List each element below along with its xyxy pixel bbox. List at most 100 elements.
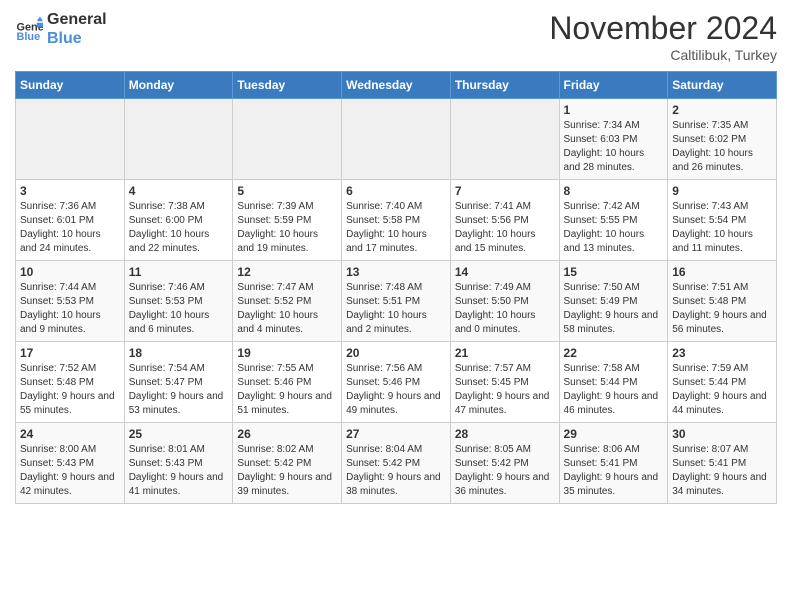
weekday-header: Monday	[124, 72, 233, 99]
day-number: 29	[564, 427, 664, 441]
weekday-header: Tuesday	[233, 72, 342, 99]
calendar-cell: 17 Sunrise: 7:52 AMSunset: 5:48 PMDayligh…	[16, 342, 125, 423]
calendar-cell: 3Sunrise: 7:36 AMSunset: 6:01 PMDaylight…	[16, 180, 125, 261]
day-number: 10	[20, 265, 120, 279]
weekday-header: Thursday	[450, 72, 559, 99]
day-number: 4	[129, 184, 229, 198]
day-info: Sunrise: 7:34 AMSunset: 6:03 PMDaylight:…	[564, 119, 664, 175]
day-info: Sunrise: 7:49 AMSunset: 5:50 PMDaylight:…	[455, 281, 555, 337]
header-row: SundayMondayTuesdayWednesdayThursdayFrid…	[16, 72, 777, 99]
calendar-cell: 25 Sunrise: 8:01 AMSunset: 5:43 PMDayligh…	[124, 423, 233, 504]
day-number: 14	[455, 265, 555, 279]
calendar-cell: 24 Sunrise: 8:00 AMSunset: 5:43 PMDayligh…	[16, 423, 125, 504]
calendar-cell: 9 Sunrise: 7:43 AMSunset: 5:54 PMDaylight…	[668, 180, 777, 261]
calendar-cell: 27Sunrise: 8:04 AMSunset: 5:42 PMDayligh…	[342, 423, 451, 504]
day-number: 21	[455, 346, 555, 360]
day-number: 25	[129, 427, 229, 441]
calendar-table: SundayMondayTuesdayWednesdayThursdayFrid…	[15, 71, 777, 504]
calendar-cell: 22Sunrise: 7:58 AMSunset: 5:44 PMDayligh…	[559, 342, 668, 423]
day-number: 28	[455, 427, 555, 441]
day-number: 19	[237, 346, 337, 360]
calendar-week-row: 1Sunrise: 7:34 AMSunset: 6:03 PMDaylight…	[16, 99, 777, 180]
calendar-cell: 26 Sunrise: 8:02 AMSunset: 5:42 PMDayligh…	[233, 423, 342, 504]
calendar-cell: 18 Sunrise: 7:54 AMSunset: 5:47 PMDayligh…	[124, 342, 233, 423]
calendar-cell: 29 Sunrise: 8:06 AMSunset: 5:41 PMDayligh…	[559, 423, 668, 504]
day-number: 8	[564, 184, 664, 198]
svg-text:Blue: Blue	[17, 31, 41, 43]
day-number: 24	[20, 427, 120, 441]
day-info: Sunrise: 8:02 AMSunset: 5:42 PMDaylight:…	[237, 443, 337, 499]
day-info: Sunrise: 7:44 AMSunset: 5:53 PMDaylight:…	[20, 281, 120, 337]
logo-icon: General Blue	[15, 15, 43, 43]
calendar-cell: 8Sunrise: 7:42 AMSunset: 5:55 PMDaylight…	[559, 180, 668, 261]
logo-text: GeneralBlue	[47, 10, 107, 48]
day-number: 7	[455, 184, 555, 198]
calendar-week-row: 17 Sunrise: 7:52 AMSunset: 5:48 PMDayligh…	[16, 342, 777, 423]
day-info: Sunrise: 7:38 AMSunset: 6:00 PMDaylight:…	[129, 200, 229, 256]
day-info: Sunrise: 7:43 AMSunset: 5:54 PMDaylight:…	[672, 200, 772, 256]
calendar-cell	[124, 99, 233, 180]
day-info: Sunrise: 8:06 AMSunset: 5:41 PMDaylight:…	[564, 443, 664, 499]
calendar-cell: 11Sunrise: 7:46 AMSunset: 5:53 PMDayligh…	[124, 261, 233, 342]
day-number: 15	[564, 265, 664, 279]
day-number: 27	[346, 427, 446, 441]
day-number: 20	[346, 346, 446, 360]
day-info: Sunrise: 7:41 AMSunset: 5:56 PMDaylight:…	[455, 200, 555, 256]
calendar-cell: 14 Sunrise: 7:49 AMSunset: 5:50 PMDayligh…	[450, 261, 559, 342]
day-number: 18	[129, 346, 229, 360]
location: Caltilibuk, Turkey	[549, 47, 777, 63]
calendar-cell: 15 Sunrise: 7:50 AMSunset: 5:49 PMDayligh…	[559, 261, 668, 342]
calendar-header: SundayMondayTuesdayWednesdayThursdayFrid…	[16, 72, 777, 99]
day-number: 26	[237, 427, 337, 441]
day-number: 2	[672, 103, 772, 117]
month-title: November 2024	[549, 10, 777, 47]
calendar-cell: 21 Sunrise: 7:57 AMSunset: 5:45 PMDayligh…	[450, 342, 559, 423]
day-number: 12	[237, 265, 337, 279]
day-info: Sunrise: 7:57 AMSunset: 5:45 PMDaylight:…	[455, 362, 555, 418]
day-info: Sunrise: 7:39 AMSunset: 5:59 PMDaylight:…	[237, 200, 337, 256]
calendar-week-row: 10 Sunrise: 7:44 AMSunset: 5:53 PMDayligh…	[16, 261, 777, 342]
day-number: 3	[20, 184, 120, 198]
day-number: 22	[564, 346, 664, 360]
day-number: 17	[20, 346, 120, 360]
day-info: Sunrise: 7:51 AMSunset: 5:48 PMDaylight:…	[672, 281, 772, 337]
calendar-cell: 5 Sunrise: 7:39 AMSunset: 5:59 PMDaylight…	[233, 180, 342, 261]
calendar-cell	[450, 99, 559, 180]
day-info: Sunrise: 8:07 AMSunset: 5:41 PMDaylight:…	[672, 443, 772, 499]
day-info: Sunrise: 7:48 AMSunset: 5:51 PMDaylight:…	[346, 281, 446, 337]
day-info: Sunrise: 7:59 AMSunset: 5:44 PMDaylight:…	[672, 362, 772, 418]
day-info: Sunrise: 7:35 AMSunset: 6:02 PMDaylight:…	[672, 119, 772, 175]
day-number: 9	[672, 184, 772, 198]
day-info: Sunrise: 8:00 AMSunset: 5:43 PMDaylight:…	[20, 443, 120, 499]
calendar-cell: 20Sunrise: 7:56 AMSunset: 5:46 PMDayligh…	[342, 342, 451, 423]
calendar-cell: 12Sunrise: 7:47 AMSunset: 5:52 PMDayligh…	[233, 261, 342, 342]
day-number: 5	[237, 184, 337, 198]
calendar-cell: 6Sunrise: 7:40 AMSunset: 5:58 PMDaylight…	[342, 180, 451, 261]
day-info: Sunrise: 8:01 AMSunset: 5:43 PMDaylight:…	[129, 443, 229, 499]
day-number: 30	[672, 427, 772, 441]
title-block: November 2024 Caltilibuk, Turkey	[549, 10, 777, 63]
calendar-cell: 10 Sunrise: 7:44 AMSunset: 5:53 PMDayligh…	[16, 261, 125, 342]
calendar-cell	[233, 99, 342, 180]
calendar-body: 1Sunrise: 7:34 AMSunset: 6:03 PMDaylight…	[16, 99, 777, 504]
day-number: 6	[346, 184, 446, 198]
weekday-header: Friday	[559, 72, 668, 99]
calendar-cell	[16, 99, 125, 180]
day-number: 16	[672, 265, 772, 279]
calendar-cell: 13 Sunrise: 7:48 AMSunset: 5:51 PMDayligh…	[342, 261, 451, 342]
calendar-cell: 2 Sunrise: 7:35 AMSunset: 6:02 PMDaylight…	[668, 99, 777, 180]
calendar-cell: 23Sunrise: 7:59 AMSunset: 5:44 PMDayligh…	[668, 342, 777, 423]
day-info: Sunrise: 7:52 AMSunset: 5:48 PMDaylight:…	[20, 362, 120, 418]
calendar-cell: 30 Sunrise: 8:07 AMSunset: 5:41 PMDayligh…	[668, 423, 777, 504]
calendar-cell: 19 Sunrise: 7:55 AMSunset: 5:46 PMDayligh…	[233, 342, 342, 423]
calendar-cell: 28Sunrise: 8:05 AMSunset: 5:42 PMDayligh…	[450, 423, 559, 504]
day-info: Sunrise: 7:50 AMSunset: 5:49 PMDaylight:…	[564, 281, 664, 337]
day-number: 11	[129, 265, 229, 279]
calendar-week-row: 24 Sunrise: 8:00 AMSunset: 5:43 PMDayligh…	[16, 423, 777, 504]
calendar-cell: 4 Sunrise: 7:38 AMSunset: 6:00 PMDaylight…	[124, 180, 233, 261]
calendar-cell: 16 Sunrise: 7:51 AMSunset: 5:48 PMDayligh…	[668, 261, 777, 342]
calendar-cell: 7 Sunrise: 7:41 AMSunset: 5:56 PMDaylight…	[450, 180, 559, 261]
day-number: 13	[346, 265, 446, 279]
day-info: Sunrise: 7:55 AMSunset: 5:46 PMDaylight:…	[237, 362, 337, 418]
day-info: Sunrise: 7:54 AMSunset: 5:47 PMDaylight:…	[129, 362, 229, 418]
